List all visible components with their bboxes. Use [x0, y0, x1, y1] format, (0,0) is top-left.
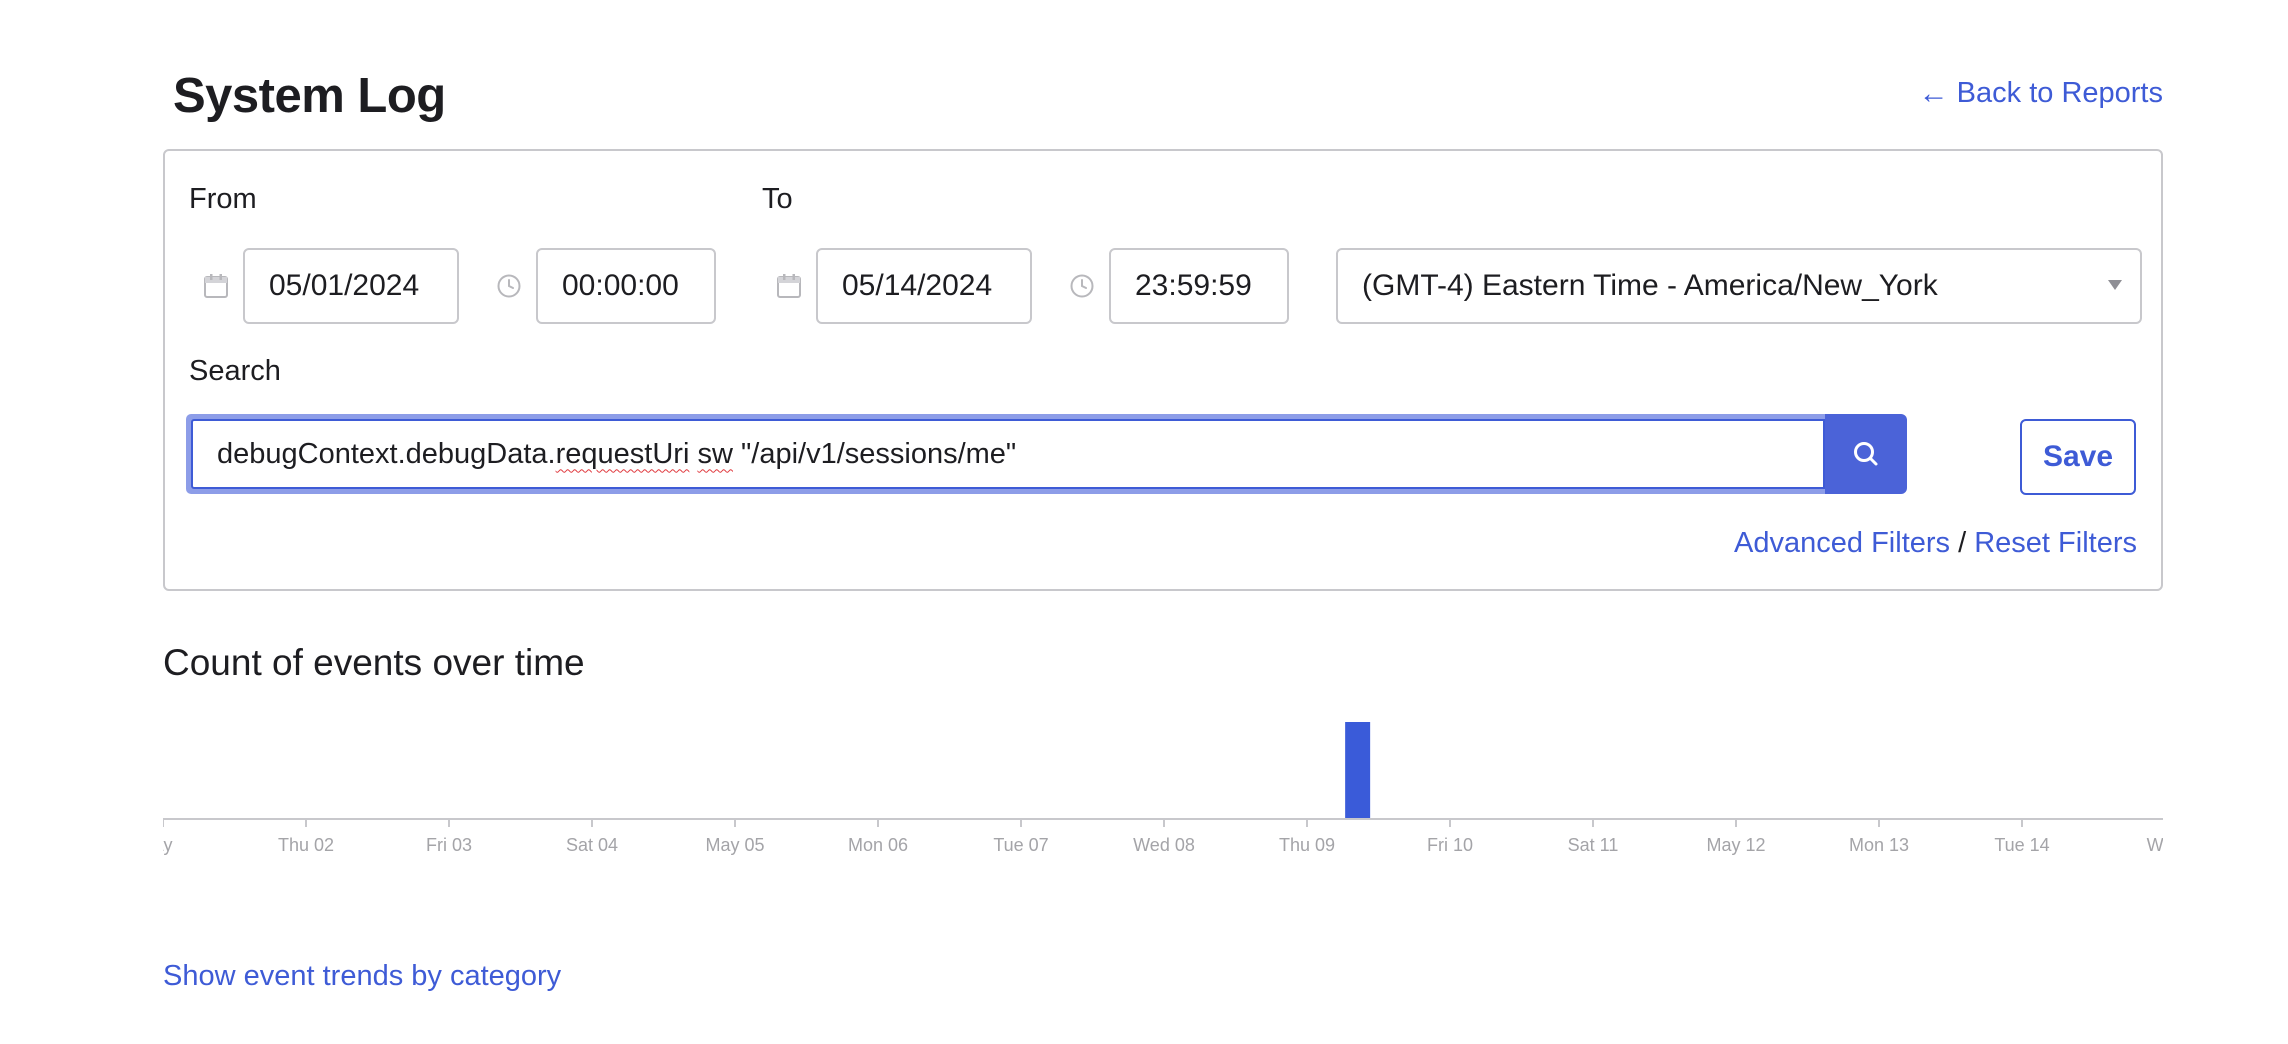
arrow-left-icon: ←: [1918, 76, 1949, 110]
timezone-value: (GMT-4) Eastern Time - America/New_York: [1362, 269, 1938, 302]
search-button[interactable]: [1825, 414, 1907, 494]
search-query-suffix: "/api/v1/sessions/me": [732, 437, 1017, 470]
x-tick-label: Tue 07: [993, 835, 1048, 855]
back-to-reports-label: Back to Reports: [1956, 77, 2163, 109]
reset-filters-link[interactable]: Reset Filters: [1974, 527, 2137, 559]
show-event-trends-link[interactable]: Show event trends by category: [163, 960, 561, 993]
system-log-page: System Log ← Back to Reports From To 05/…: [0, 0, 2288, 1044]
back-to-reports-link[interactable]: ← Back to Reports: [1919, 77, 2163, 110]
to-label: To: [762, 183, 793, 215]
x-tick-label: Sat 04: [566, 835, 618, 855]
search-label: Search: [189, 355, 281, 387]
to-date-input[interactable]: 05/14/2024: [816, 248, 1032, 324]
from-date-input[interactable]: 05/01/2024: [243, 248, 459, 324]
search-query-space: [689, 438, 697, 471]
timezone-select[interactable]: (GMT-4) Eastern Time - America/New_York: [1336, 248, 2142, 324]
advanced-filters-link[interactable]: Advanced Filters: [1734, 527, 1950, 559]
save-button[interactable]: Save: [2020, 419, 2136, 495]
x-tick-label: Fri 03: [426, 835, 472, 855]
clock-icon: [497, 274, 521, 298]
page-header: System Log ← Back to Reports: [163, 62, 2163, 132]
x-tick-label: Wed 08: [1133, 835, 1195, 855]
clock-icon: [1070, 274, 1094, 298]
events-over-time-chart: ay Thu 02 Fri 03 Sat 04 May 05 Mon 06 Tue 07 We…: [163, 700, 2163, 870]
filter-panel: From To 05/01/2024 00:00:00 05/14/2024 2…: [163, 149, 2163, 591]
to-time-input[interactable]: 23:59:59: [1109, 248, 1289, 324]
search-input[interactable]: debugContext.debugData. requestUri sw "/a…: [191, 419, 1825, 489]
search-icon: [1854, 442, 1878, 466]
x-tick-label: Sat 11: [1568, 835, 1619, 855]
calendar-icon: [204, 274, 228, 298]
calendar-icon: [777, 274, 801, 298]
x-tick-label: May 05: [705, 835, 764, 855]
search-query-misspelled: sw: [697, 437, 733, 470]
from-label: From: [189, 183, 257, 215]
search-field-focus-ring: debugContext.debugData. requestUri sw "/a…: [186, 414, 1907, 494]
filter-links: Advanced Filters / Reset Filters: [1734, 527, 2137, 560]
from-time-input[interactable]: 00:00:00: [536, 248, 716, 324]
x-tick-label: Wed: [2147, 835, 2163, 855]
x-tick-label: Thu 02: [278, 835, 334, 855]
search-query-misspelled: requestUri: [555, 437, 690, 470]
caret-down-icon: [2108, 280, 2122, 290]
events-chart-svg: ay Thu 02 Fri 03 Sat 04 May 05 Mon 06 Tue 07 We…: [163, 722, 2163, 855]
x-tick-label: Tue 14: [1994, 835, 2049, 855]
chart-title: Count of events over time: [163, 642, 585, 683]
x-tick-label: ay: [163, 835, 173, 855]
filter-links-separator: /: [1958, 527, 1967, 559]
x-tick-label: Fri 10: [1427, 835, 1473, 855]
x-tick-label: Mon 13: [1849, 835, 1909, 855]
event-count-bar[interactable]: [1345, 722, 1371, 819]
x-tick-label: May 12: [1706, 835, 1765, 855]
x-tick-label: Mon 06: [848, 835, 908, 855]
search-query-prefix: debugContext.debugData.: [217, 437, 556, 470]
x-tick-label: Thu 09: [1279, 835, 1335, 855]
page-title: System Log: [173, 69, 446, 123]
